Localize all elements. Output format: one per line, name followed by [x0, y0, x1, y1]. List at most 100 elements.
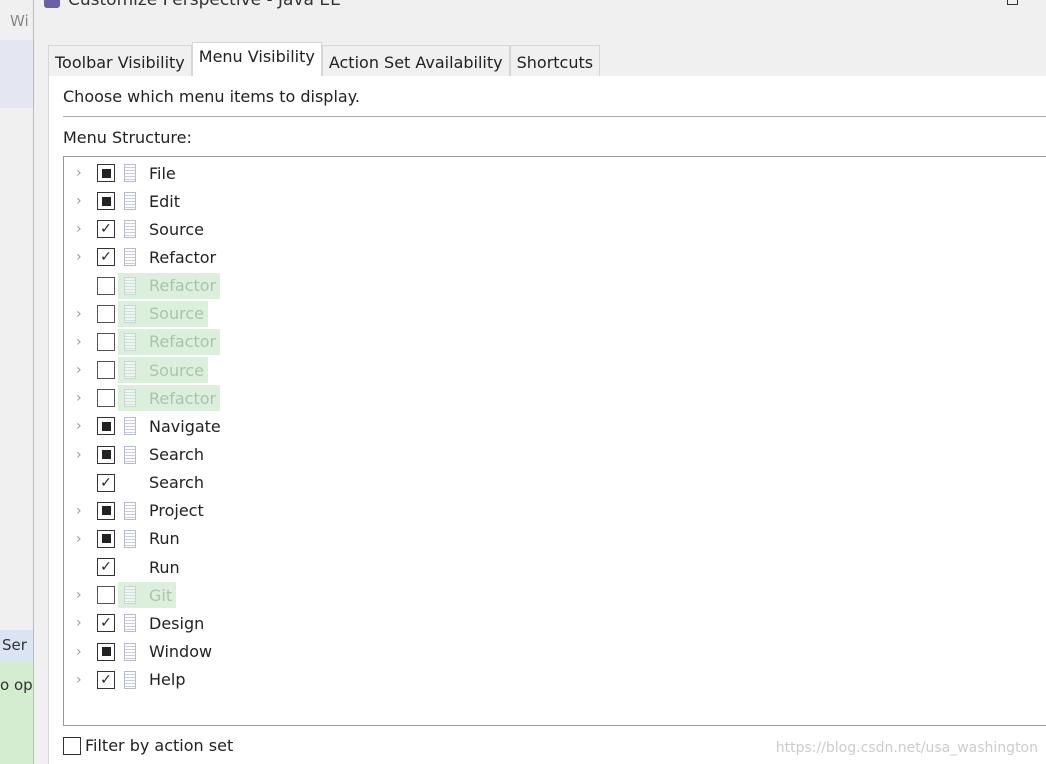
tree-item-label-group: Source: [118, 300, 208, 327]
maximize-button[interactable]: [1007, 0, 1018, 5]
expand-chevron-icon[interactable]: ›: [76, 672, 86, 688]
checkbox[interactable]: [97, 304, 115, 323]
tree-item-label-group: Git: [118, 582, 177, 609]
menu-icon: [124, 642, 136, 661]
checkbox[interactable]: [97, 332, 115, 351]
description: Choose which menu items to display.: [63, 87, 360, 106]
menu-icon: [124, 304, 136, 323]
tree-item-label-group: File: [118, 160, 180, 186]
expand-chevron-icon[interactable]: ›: [76, 165, 86, 181]
checkbox[interactable]: [97, 417, 115, 436]
tree-item-label-group: Search: [118, 442, 208, 468]
tree-item-label: Navigate: [149, 416, 221, 436]
dialog-title-bar: Customize Perspective - Java EE: [44, 0, 341, 10]
checkbox[interactable]: ✓: [97, 473, 115, 492]
customize-perspective-dialog: Customize Perspective - Java EE Toolbar …: [34, 0, 1046, 764]
expand-chevron-icon[interactable]: ›: [76, 306, 86, 322]
expand-chevron-icon[interactable]: ›: [76, 587, 86, 603]
menu-icon: [124, 332, 136, 351]
tree-item-label-group: Design: [118, 610, 208, 636]
servers-tab-fragment[interactable]: Ser: [0, 630, 33, 662]
checkbox[interactable]: ✓: [97, 670, 115, 689]
checkbox[interactable]: ✓: [97, 558, 115, 577]
tree-item-label-group: Window: [118, 639, 216, 665]
background-workbench: Wi Ser o op: [0, 0, 34, 764]
tree-item-label-group: Edit: [118, 188, 184, 214]
tree-item-label-group: Help: [118, 667, 189, 693]
tree-item-label: Source: [149, 219, 204, 239]
checkbox[interactable]: [97, 501, 115, 520]
tree-item-label: Refactor: [149, 276, 217, 296]
checkbox[interactable]: ✓: [97, 220, 115, 239]
separator: [63, 116, 1046, 117]
expand-chevron-icon[interactable]: ›: [76, 644, 86, 660]
tree-item-label: Run: [149, 557, 180, 577]
tree-item-label: Source: [149, 360, 204, 380]
menu-icon: [124, 670, 136, 689]
tab-toolbar-visibility[interactable]: Toolbar Visibility: [48, 45, 192, 77]
checkbox[interactable]: [63, 736, 81, 755]
tree-item-label: Design: [149, 613, 205, 633]
expand-chevron-icon[interactable]: ›: [76, 362, 86, 378]
menu-icon: [124, 529, 136, 548]
filter-by-action-set-checkbox[interactable]: Filter by action set: [63, 736, 233, 755]
watermark: https://blog.csdn.net/usa_washington: [775, 740, 1038, 756]
tree-item-label-group: Refactor: [118, 272, 221, 299]
expand-chevron-icon[interactable]: ›: [76, 390, 86, 406]
expand-chevron-icon[interactable]: ›: [76, 334, 86, 350]
menu-icon: [124, 220, 136, 239]
expand-chevron-icon[interactable]: ›: [76, 221, 86, 237]
tree-item-label-group: Refactor: [118, 328, 221, 355]
menu-icon: [124, 248, 136, 267]
menu-icon: [124, 361, 136, 380]
expand-chevron-icon[interactable]: ›: [76, 249, 86, 265]
expand-chevron-icon[interactable]: ›: [76, 193, 86, 209]
expand-chevron-icon[interactable]: ›: [76, 503, 86, 519]
checkbox[interactable]: [97, 445, 115, 464]
tab-bar: Toolbar Visibility Menu Visibility Action …: [48, 42, 601, 77]
expand-chevron-icon[interactable]: ›: [76, 531, 86, 547]
menu-icon: [124, 276, 136, 295]
tree-item-label: Refactor: [149, 332, 217, 352]
tab-menu-visibility[interactable]: Menu Visibility: [191, 42, 322, 77]
checkbox[interactable]: [97, 642, 115, 661]
tree-item-label-group: Refactor: [118, 244, 220, 270]
menu-icon: [124, 501, 136, 520]
checkbox[interactable]: ✓: [97, 614, 115, 633]
checkbox[interactable]: [97, 529, 115, 548]
checkbox[interactable]: [97, 361, 115, 380]
checkbox[interactable]: [97, 164, 115, 182]
tree-item-label: Source: [149, 304, 204, 324]
menu-structure-tree[interactable]: › File › Edit › ✓ Source › ✓ Refactor Refactor › Sou…: [63, 156, 1046, 726]
tree-item-label-group: Navigate: [118, 413, 225, 439]
dialog-title: Customize Perspective - Java EE: [68, 0, 341, 10]
menu-icon: [124, 586, 136, 605]
checkbox[interactable]: [97, 389, 115, 408]
tree-item-label: Search: [149, 445, 204, 464]
tree-item-label: Window: [149, 642, 213, 662]
tree-item-label: Refactor: [149, 388, 217, 408]
expand-chevron-icon[interactable]: ›: [76, 447, 86, 463]
tree-item-label: Project: [149, 501, 204, 521]
tree-item-label: Refactor: [149, 247, 217, 267]
expand-chevron-icon[interactable]: ›: [76, 418, 86, 434]
background-selection: [0, 40, 33, 108]
tree-item-label: Edit: [149, 191, 180, 211]
checkbox[interactable]: [97, 192, 115, 211]
menu-icon: [124, 192, 136, 211]
menu-structure-label: Menu Structure:: [63, 128, 192, 147]
tree-item-label: Search: [149, 473, 204, 493]
checkbox[interactable]: [97, 276, 115, 295]
tree-item-label: Run: [149, 529, 180, 549]
menu-icon: [124, 417, 136, 436]
window-menu-fragment: Wi: [10, 12, 29, 30]
tab-shortcuts[interactable]: Shortcuts: [509, 45, 601, 77]
checkbox[interactable]: [97, 586, 115, 605]
menu-icon: [124, 445, 136, 464]
eclipse-icon: [44, 0, 60, 8]
expand-chevron-icon[interactable]: ›: [76, 615, 86, 631]
tree-item-label: Help: [149, 670, 186, 690]
checkbox[interactable]: ✓: [97, 248, 115, 267]
tree-item-label-group: Refactor: [118, 385, 221, 412]
tab-action-set-availability[interactable]: Action Set Availability: [321, 45, 510, 77]
